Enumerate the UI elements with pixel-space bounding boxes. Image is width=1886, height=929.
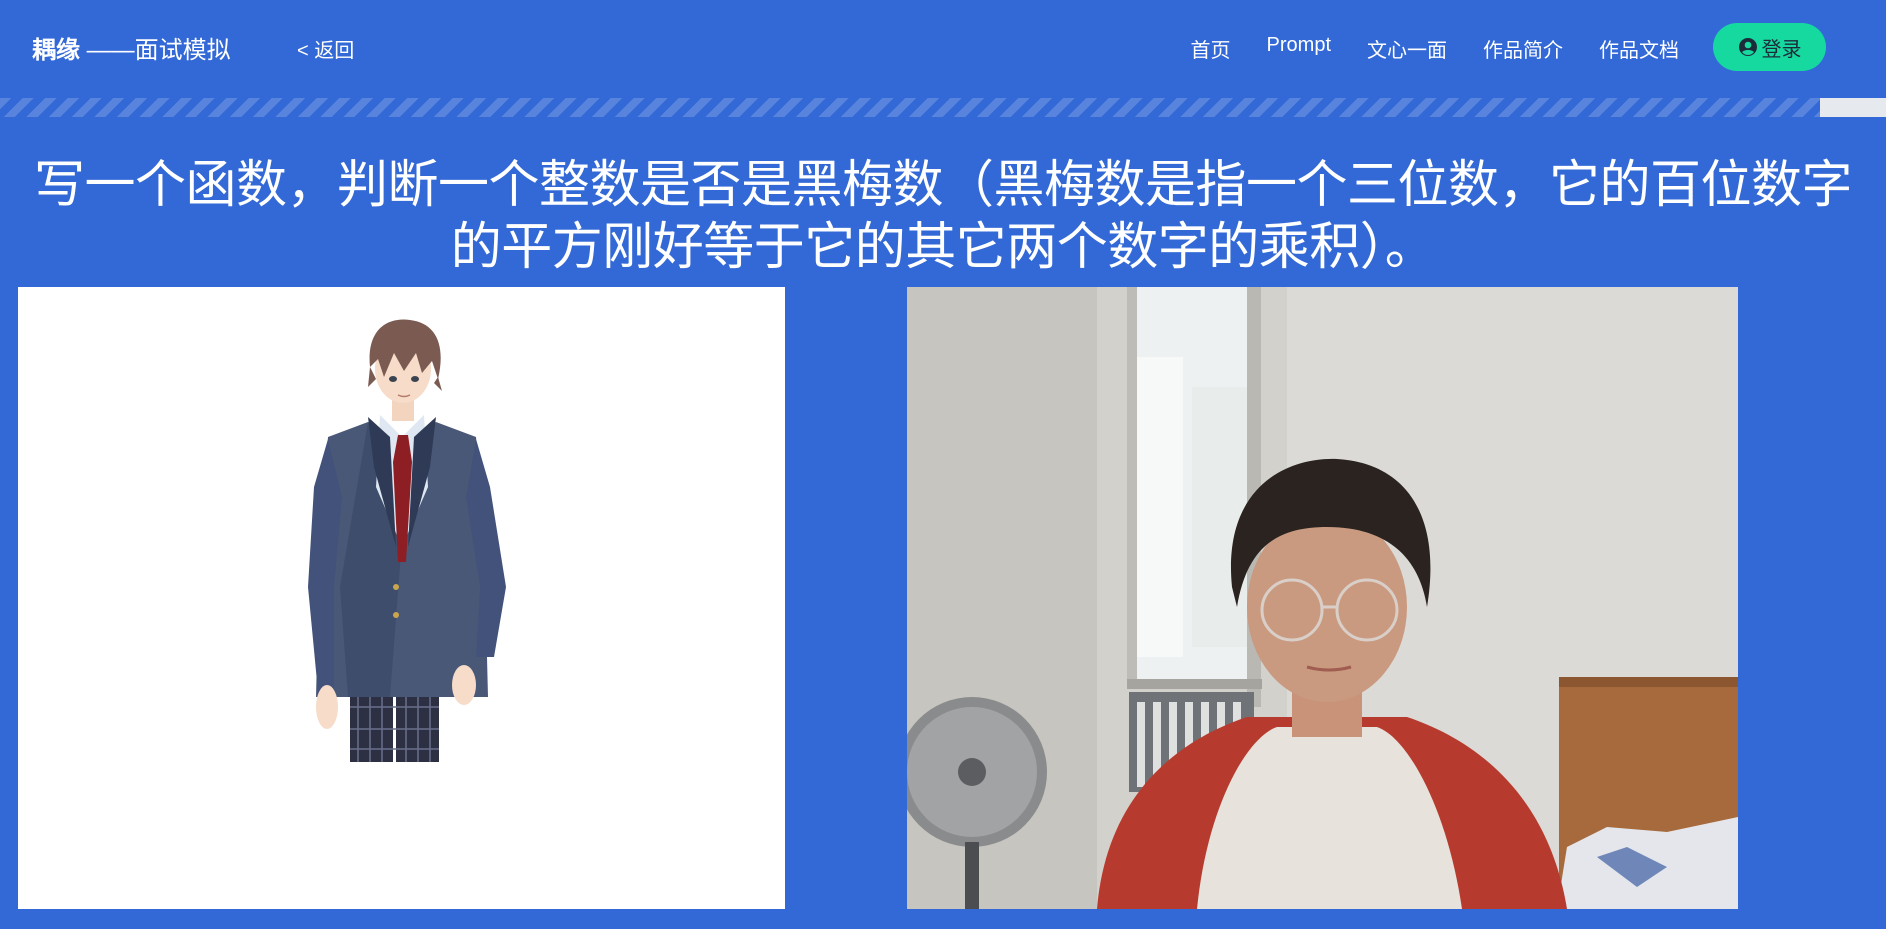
nav-docs[interactable]: 作品文档 bbox=[1599, 34, 1679, 63]
brand-subtitle: ——面试模拟 bbox=[80, 37, 231, 64]
progress-stripe-end bbox=[1820, 98, 1886, 117]
webcam-feed bbox=[907, 287, 1738, 909]
camera-panel bbox=[907, 287, 1738, 909]
anime-interviewer-avatar bbox=[308, 319, 506, 762]
progress-stripe bbox=[0, 98, 1820, 117]
avatar-panel bbox=[18, 287, 785, 909]
user-circle-icon bbox=[1738, 37, 1758, 57]
nav-links: 首页 Prompt 文心一面 作品简介 作品文档 bbox=[1191, 34, 1679, 63]
brand-title[interactable]: 耦缘 ——面试模拟 bbox=[32, 30, 231, 65]
nav-wenxin[interactable]: 文心一面 bbox=[1367, 34, 1447, 63]
back-link[interactable]: < 返回 bbox=[297, 34, 354, 63]
interview-question: 写一个函数，判断一个整数是否是黑梅数（黑梅数是指一个三位数，它的百位数字的平方刚… bbox=[33, 156, 1853, 275]
login-label: 登录 bbox=[1761, 38, 1802, 61]
login-button[interactable]: 登录 bbox=[1713, 23, 1826, 71]
nav-prompt[interactable]: Prompt bbox=[1267, 34, 1331, 63]
nav-home[interactable]: 首页 bbox=[1191, 34, 1231, 63]
brand-name: 耦缘 bbox=[32, 37, 80, 64]
nav-intro[interactable]: 作品简介 bbox=[1483, 34, 1563, 63]
top-navbar: 耦缘 ——面试模拟 < 返回 首页 Prompt 文心一面 作品简介 作品文档 … bbox=[0, 0, 1886, 94]
